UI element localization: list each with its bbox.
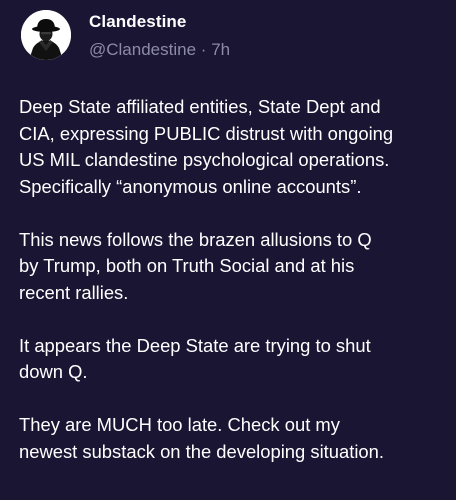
spy-silhouette-icon bbox=[21, 10, 71, 60]
avatar[interactable] bbox=[21, 10, 71, 60]
post-paragraph: Deep State affiliated entities, State De… bbox=[19, 96, 394, 197]
post-timestamp[interactable]: 7h bbox=[211, 40, 230, 59]
author-display-name[interactable]: Clandestine bbox=[89, 12, 186, 32]
author-meta: @Clandestine · 7h bbox=[89, 40, 230, 60]
post-body: Deep State affiliated entities, State De… bbox=[19, 94, 449, 492]
post-paragraph: It appears the Deep State are trying to … bbox=[19, 334, 371, 383]
author-handle[interactable]: @Clandestine bbox=[89, 40, 196, 59]
meta-separator: · bbox=[200, 40, 207, 59]
post: Clandestine @Clandestine · 7h Deep State… bbox=[0, 0, 456, 500]
post-paragraph: They are MUCH too late. Check out my new… bbox=[19, 414, 384, 462]
post-paragraph: This news follows the brazen allusions t… bbox=[19, 228, 372, 303]
